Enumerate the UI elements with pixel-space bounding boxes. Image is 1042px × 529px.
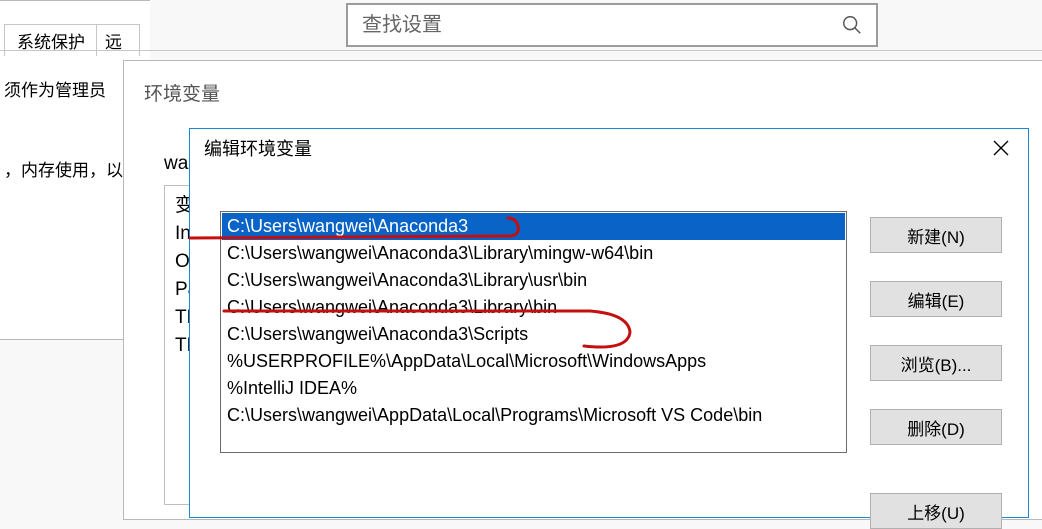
env-window-title: 环境变量 bbox=[144, 79, 220, 106]
settings-search-input[interactable] bbox=[348, 5, 832, 45]
path-entry[interactable]: C:\Users\wangwei\Anaconda3 bbox=[222, 213, 845, 240]
memory-usage-text: ，内存使用，以 bbox=[4, 156, 123, 181]
tab-system-protection[interactable]: 系统保护 bbox=[4, 24, 98, 56]
tab-remote[interactable]: 远 bbox=[96, 24, 140, 56]
move-up-button[interactable]: 上移(U) bbox=[870, 493, 1002, 529]
admin-required-text: 须作为管理员 bbox=[4, 76, 106, 101]
delete-button[interactable]: 删除(D) bbox=[870, 409, 1002, 445]
edit-button[interactable]: 编辑(E) bbox=[870, 281, 1002, 317]
path-entry[interactable]: %USERPROFILE%\AppData\Local\Microsoft\Wi… bbox=[227, 348, 844, 375]
path-entries-list[interactable]: C:\Users\wangwei\Anaconda3 C:\Users\wang… bbox=[220, 211, 847, 453]
dialog-title: 编辑环境变量 bbox=[190, 129, 1028, 167]
path-entry[interactable]: C:\Users\wangwei\Anaconda3\Library\mingw… bbox=[227, 240, 844, 267]
path-entry[interactable]: C:\Users\wangwei\Anaconda3\Library\bin bbox=[227, 294, 844, 321]
browse-button[interactable]: 浏览(B)... bbox=[870, 345, 1002, 381]
path-entry[interactable]: C:\Users\wangwei\Anaconda3\Library\usr\b… bbox=[227, 267, 844, 294]
new-button[interactable]: 新建(N) bbox=[870, 217, 1002, 253]
close-icon bbox=[993, 140, 1009, 156]
path-entry[interactable]: C:\Users\wangwei\AppData\Local\Programs\… bbox=[227, 402, 844, 429]
path-entry[interactable]: %IntelliJ IDEA% bbox=[227, 375, 844, 402]
search-icon bbox=[832, 5, 872, 45]
settings-search-box bbox=[346, 3, 878, 47]
close-button[interactable] bbox=[974, 129, 1028, 167]
path-entry[interactable]: C:\Users\wangwei\Anaconda3\Scripts bbox=[227, 321, 844, 348]
edit-environment-variable-dialog: 编辑环境变量 C:\Users\wangwei\Anaconda3 C:\Use… bbox=[189, 128, 1029, 518]
